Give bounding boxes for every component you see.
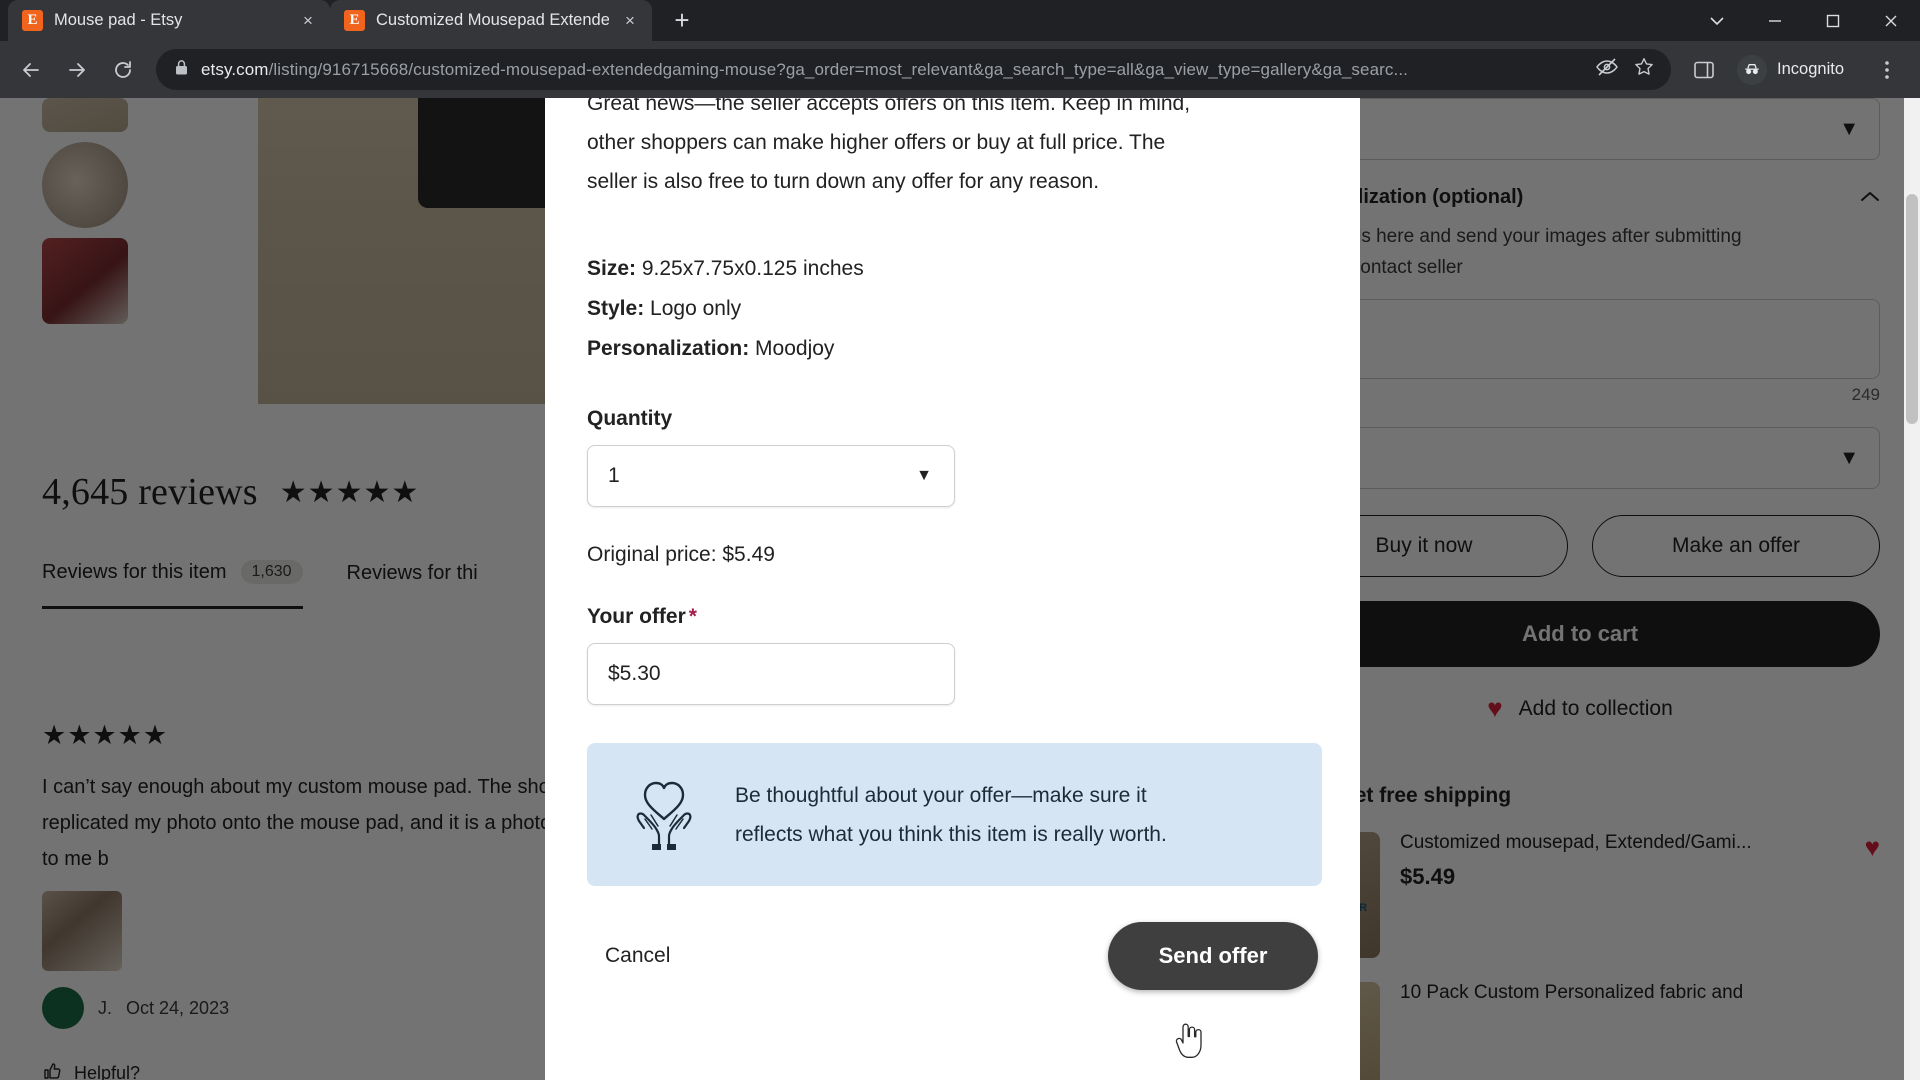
notice-text: Be thoughtful about your offer—make sure… (735, 776, 1167, 854)
bookmark-star-icon[interactable] (1633, 56, 1655, 83)
spec-personalization: Personalization: Moodjoy (587, 329, 1318, 369)
etsy-favicon-icon: E (22, 10, 43, 31)
item-specs: Size: 9.25x7.75x0.125 inches Style: Logo… (587, 249, 1318, 369)
mouse-cursor (1174, 1023, 1204, 1064)
quantity-select[interactable]: 1 ▼ (587, 445, 955, 507)
browser-tab-1[interactable]: E Mouse pad - Etsy × (8, 0, 330, 41)
minimize-button[interactable] (1746, 0, 1804, 41)
chrome-menu-icon[interactable] (1866, 49, 1908, 91)
modal-body: Great news—the seller accepts offers on … (545, 98, 1360, 1030)
page-scrollbar[interactable] (1904, 98, 1920, 1080)
browser-tab-2[interactable]: E Customized Mousepad Extende × (330, 0, 652, 41)
tab-strip: E Mouse pad - Etsy × E Customized Mousep… (0, 0, 1920, 41)
notice-line-2: reflects what you think this item is rea… (735, 822, 1167, 846)
spec-label: Size: (587, 257, 637, 280)
required-asterisk: * (688, 605, 697, 628)
your-offer-label: Your offer (587, 605, 686, 628)
back-button[interactable] (10, 49, 52, 91)
modal-footer: Cancel Send offer (587, 922, 1318, 1030)
etsy-favicon-icon: E (344, 10, 365, 31)
side-panel-icon[interactable] (1683, 49, 1725, 91)
close-icon[interactable]: × (298, 11, 318, 31)
send-offer-button[interactable]: Send offer (1108, 922, 1318, 990)
profile-chip[interactable]: Incognito (1731, 51, 1860, 89)
new-tab-button[interactable]: + (662, 0, 702, 40)
quantity-label: Quantity (587, 407, 673, 430)
cancel-button[interactable]: Cancel (587, 932, 688, 980)
intro-line-3: seller is also free to turn down any off… (587, 170, 1100, 193)
spec-style: Style: Logo only (587, 289, 1318, 329)
maximize-button[interactable] (1804, 0, 1862, 41)
spec-size: Size: 9.25x7.75x0.125 inches (587, 249, 1318, 289)
spec-label: Style: (587, 297, 645, 320)
url-domain: etsy.com (201, 59, 269, 79)
offer-notice: Be thoughtful about your offer—make sure… (587, 743, 1322, 886)
tab-title: Customized Mousepad Extende (376, 11, 609, 29)
tab-title: Mouse pad - Etsy (54, 11, 183, 29)
incognito-icon (1737, 54, 1768, 85)
forward-button[interactable] (56, 49, 98, 91)
intro-line-1: Great news—the seller accepts offers on … (587, 98, 1191, 115)
spec-value: 9.25x7.75x0.125 inches (641, 257, 864, 280)
reload-button[interactable] (102, 49, 144, 91)
spec-value: Logo only (650, 297, 742, 320)
scrollbar-thumb[interactable] (1906, 194, 1918, 424)
toolbar-right: Incognito (1683, 49, 1908, 91)
lock-icon (174, 59, 189, 81)
chevron-down-icon: ▼ (916, 467, 932, 484)
browser-window: E Mouse pad - Etsy × E Customized Mousep… (0, 0, 1920, 1080)
url-path: /listing/916715668/customized-mousepad-e… (268, 59, 1408, 79)
notice-line-1: Be thoughtful about your offer—make sure… (735, 783, 1147, 807)
address-bar[interactable]: etsy.com/listing/916715668/customized-mo… (156, 49, 1672, 90)
offer-input[interactable]: $5.30 (587, 643, 955, 705)
heart-in-hands-icon (621, 771, 707, 858)
make-an-offer-modal: Great news—the seller accepts offers on … (545, 98, 1360, 1080)
window-close-button[interactable] (1862, 0, 1920, 41)
browser-toolbar: etsy.com/listing/916715668/customized-mo… (0, 41, 1920, 98)
close-icon[interactable]: × (620, 11, 640, 31)
page-viewport: 4,645 reviews ★★★★★ Reviews for this ite… (0, 98, 1920, 1080)
hide-password-icon[interactable] (1595, 55, 1619, 84)
modal-intro: Great news—the seller accepts offers on … (587, 98, 1318, 201)
spec-value: Moodjoy (755, 337, 835, 360)
tab-search-icon[interactable] (1688, 0, 1746, 41)
profile-label: Incognito (1777, 60, 1844, 78)
spec-label: Personalization: (587, 337, 750, 360)
quantity-value: 1 (608, 464, 620, 487)
window-controls (1688, 0, 1920, 41)
url-text: etsy.com/listing/916715668/customized-mo… (201, 60, 1583, 80)
your-offer-label-row: Your offer * (587, 605, 1318, 629)
intro-line-2: other shoppers can make higher offers or… (587, 131, 1166, 154)
original-price: Original price: $5.49 (587, 543, 775, 566)
offer-value: $5.30 (608, 662, 661, 685)
